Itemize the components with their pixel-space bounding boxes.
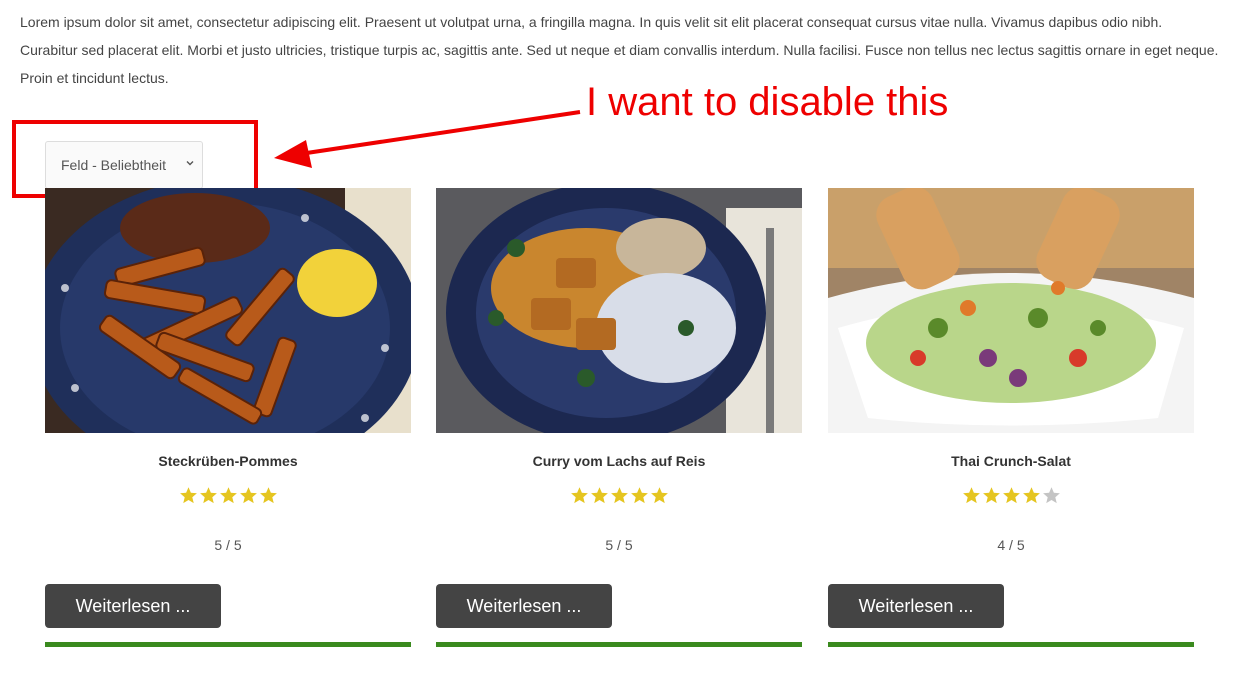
star-filled-icon bbox=[199, 487, 217, 504]
read-more-button[interactable]: Weiterlesen ... bbox=[828, 584, 1004, 628]
star-rating bbox=[436, 486, 802, 505]
recipe-image[interactable] bbox=[436, 188, 802, 433]
star-filled-icon bbox=[1022, 487, 1040, 504]
star-filled-icon bbox=[962, 487, 980, 504]
recipe-image[interactable] bbox=[45, 188, 411, 433]
recipe-card: Steckrüben-Pommes 5 / 5 Weiterlesen ... bbox=[45, 188, 411, 648]
card-divider-bar bbox=[45, 642, 411, 647]
rating-text: 4 / 5 bbox=[997, 537, 1025, 553]
star-filled-icon bbox=[590, 487, 608, 504]
annotation-arrow-icon bbox=[274, 110, 581, 168]
recipe-title[interactable]: Steckrüben-Pommes bbox=[45, 453, 411, 469]
card-divider-bar bbox=[436, 642, 802, 647]
page: Lorem ipsum dolor sit amet, consectetur … bbox=[0, 0, 1254, 677]
annotation-text: I want to disable this bbox=[586, 80, 949, 124]
star-filled-icon bbox=[1002, 487, 1020, 504]
rating-text: 5 / 5 bbox=[605, 537, 633, 553]
star-rating bbox=[45, 486, 411, 505]
read-more-button[interactable]: Weiterlesen ... bbox=[436, 584, 612, 628]
star-filled-icon bbox=[650, 487, 668, 504]
recipe-card: Curry vom Lachs auf Reis 5 / 5 Weiterles… bbox=[436, 188, 802, 648]
star-filled-icon bbox=[570, 487, 588, 504]
star-empty-icon bbox=[1042, 487, 1060, 504]
star-filled-icon bbox=[630, 487, 648, 504]
rating-text: 5 / 5 bbox=[214, 537, 242, 553]
read-more-button[interactable]: Weiterlesen ... bbox=[45, 584, 221, 628]
star-filled-icon bbox=[982, 487, 1000, 504]
recipe-image[interactable] bbox=[828, 188, 1194, 433]
star-filled-icon bbox=[219, 487, 237, 504]
star-filled-icon bbox=[239, 487, 257, 504]
card-divider-bar bbox=[828, 642, 1194, 647]
recipe-title[interactable]: Thai Crunch-Salat bbox=[828, 453, 1194, 469]
star-filled-icon bbox=[179, 487, 197, 504]
star-filled-icon bbox=[259, 487, 277, 504]
star-rating bbox=[828, 486, 1194, 505]
annotation-highlight-box bbox=[12, 120, 258, 198]
recipe-title[interactable]: Curry vom Lachs auf Reis bbox=[436, 453, 802, 469]
recipe-card: Thai Crunch-Salat 4 / 5 Weiterlesen ... bbox=[828, 188, 1194, 648]
star-filled-icon bbox=[610, 487, 628, 504]
